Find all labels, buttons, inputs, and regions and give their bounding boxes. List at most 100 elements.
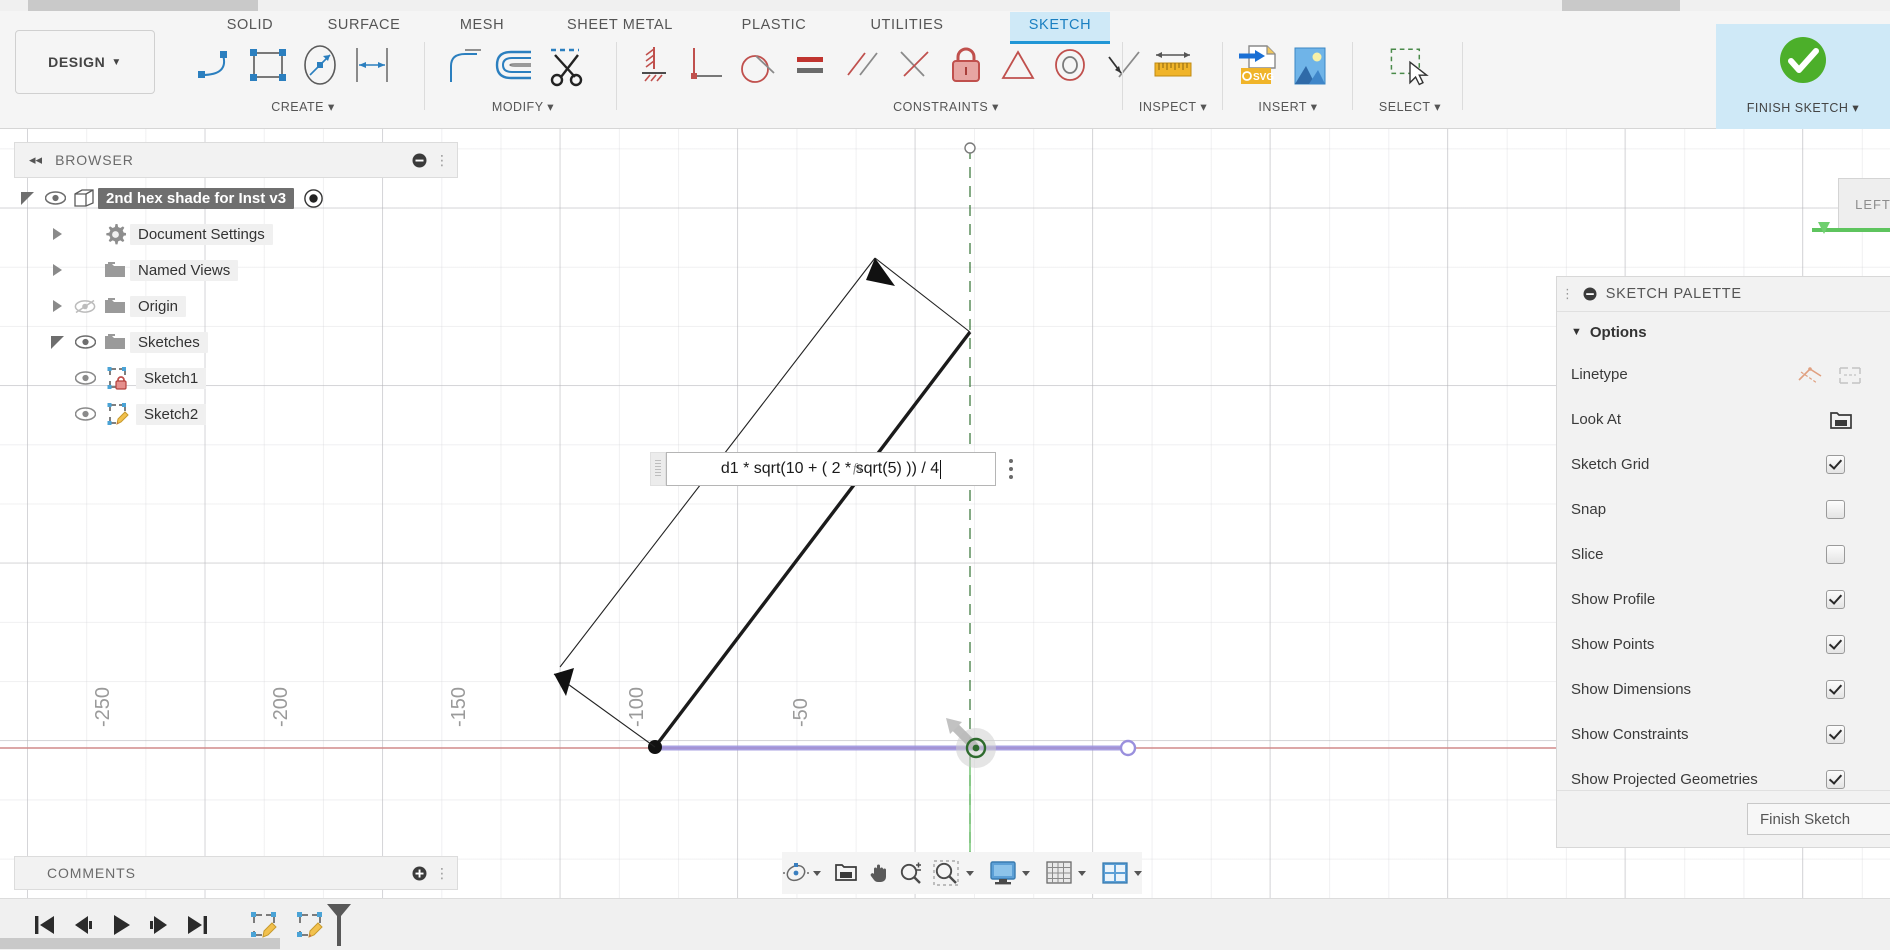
display-settings-icon[interactable] <box>986 852 1019 894</box>
finish-sketch-button-label: Finish Sketch <box>1760 810 1851 828</box>
trim-scissors-icon[interactable] <box>542 37 594 93</box>
horizontal-vertical-icon[interactable] <box>628 37 680 93</box>
finish-sketch-check-icon[interactable] <box>1775 32 1831 88</box>
line-icon[interactable] <box>190 37 242 93</box>
measure-ruler-icon[interactable] <box>1147 37 1199 93</box>
tree-item-label: Sketches <box>130 331 208 353</box>
zoom-magnifier-icon[interactable] <box>895 852 926 894</box>
visibility-hidden-eye-icon[interactable] <box>70 299 100 314</box>
show-points-checkbox[interactable] <box>1826 635 1845 654</box>
zoom-window-icon[interactable] <box>930 852 963 894</box>
concentric-icon[interactable] <box>1044 37 1096 93</box>
orbit-caret-icon[interactable] <box>813 870 821 876</box>
tangent-icon[interactable] <box>732 37 784 93</box>
linetype-construction-icon[interactable] <box>1837 364 1863 386</box>
offset-icon[interactable] <box>490 37 542 93</box>
slice-checkbox[interactable] <box>1826 545 1845 564</box>
expander-down-icon[interactable] <box>14 191 40 205</box>
scroll-thumb-left[interactable] <box>28 0 258 11</box>
browser-title: BROWSER <box>55 152 134 168</box>
insert-image-icon[interactable] <box>1284 37 1336 93</box>
timeline-marker-icon[interactable] <box>324 903 354 946</box>
tree-item-named-views[interactable]: Named Views <box>14 252 458 288</box>
circle-icon[interactable] <box>294 37 346 93</box>
palette-row-linetype: Linetype <box>1557 352 1890 397</box>
sketch-dimension-icon[interactable] <box>346 37 398 93</box>
tree-item-label: Named Views <box>130 259 239 281</box>
minus-circle-icon[interactable] <box>1583 287 1597 301</box>
row-label: Show Profile <box>1571 591 1656 608</box>
symmetry-icon[interactable] <box>992 37 1044 93</box>
show-projected-geometries-checkbox[interactable] <box>1826 770 1845 789</box>
perpendicular-icon[interactable] <box>680 37 732 93</box>
look-at-icon[interactable] <box>831 852 864 894</box>
palette-row-show-constraints: Show Constraints <box>1557 712 1890 757</box>
expander-right-icon[interactable] <box>44 300 70 312</box>
select-window-icon[interactable] <box>1384 37 1436 93</box>
look-at-icon[interactable] <box>1829 409 1853 431</box>
grid-snaps-icon[interactable] <box>1042 852 1075 894</box>
show-profile-checkbox[interactable] <box>1826 590 1845 609</box>
viewports-icon[interactable] <box>1098 852 1131 894</box>
tree-item-component[interactable]: 2nd hex shade for Inst v3 <box>14 180 458 216</box>
finish-sketch-button[interactable]: Finish Sketch <box>1747 803 1890 835</box>
show-constraints-checkbox[interactable] <box>1826 725 1845 744</box>
activate-component-radio[interactable] <box>304 188 323 208</box>
insert-svg-icon[interactable]: SVG <box>1232 37 1284 93</box>
viewports-caret-icon[interactable] <box>1134 870 1143 876</box>
pan-hand-icon[interactable] <box>864 852 895 894</box>
more-options-icon[interactable] <box>996 452 1026 486</box>
zoom-window-caret-icon[interactable] <box>966 870 975 876</box>
palette-row-show-dimensions: Show Dimensions <box>1557 667 1890 712</box>
sketch-grid-checkbox[interactable] <box>1826 455 1845 474</box>
tree-item-sketch2[interactable]: Sketch2 <box>14 396 458 432</box>
axis-label: -250 <box>92 686 114 727</box>
y-axis-top-handle <box>964 142 976 154</box>
origin-point-icon[interactable] <box>938 712 1014 786</box>
expander-right-icon[interactable] <box>44 228 70 240</box>
fillet-icon[interactable] <box>438 37 490 93</box>
expander-right-icon[interactable] <box>44 264 70 276</box>
expander-down-icon[interactable] <box>44 335 70 349</box>
visibility-eye-icon[interactable] <box>70 371 100 385</box>
dimension-value-input[interactable]: d1 * sqrt(10 + ( 2 * sqrt(5) )) / 4 fx <box>666 452 996 486</box>
display-settings-caret-icon[interactable] <box>1022 870 1031 876</box>
rectangle-icon[interactable] <box>242 37 294 93</box>
snap-checkbox[interactable] <box>1826 500 1845 519</box>
panel-resize-grip[interactable]: ⋮ <box>435 152 449 169</box>
component-cube-icon <box>70 188 98 208</box>
palette-section-options[interactable]: ▼ Options <box>1557 312 1890 352</box>
browser-panel-header: ◂◂ BROWSER ⋮ <box>14 142 458 178</box>
minus-circle-icon[interactable] <box>412 153 427 168</box>
visibility-eye-icon[interactable] <box>70 335 100 349</box>
tree-item-document-settings[interactable]: Document Settings <box>14 216 458 252</box>
workspace-selector[interactable]: DESIGN ▼ <box>15 30 155 94</box>
fix-lock-icon[interactable] <box>940 37 992 93</box>
show-dimensions-checkbox[interactable] <box>1826 680 1845 699</box>
palette-resize-grip[interactable]: ⋮ <box>1561 286 1575 302</box>
dimension-edit-box[interactable]: d1 * sqrt(10 + ( 2 * sqrt(5) )) / 4 fx <box>650 452 1026 486</box>
scroll-thumb-right[interactable] <box>1562 0 1680 11</box>
orbit-icon[interactable] <box>782 852 810 894</box>
tree-item-sketch1[interactable]: Sketch1 <box>14 360 458 396</box>
panel-resize-grip[interactable]: ⋮ <box>435 865 449 882</box>
comments-title: COMMENTS <box>47 865 136 881</box>
tab-label: UTILITIES <box>870 17 944 33</box>
drag-grip-icon[interactable] <box>650 452 666 486</box>
timeline-scrollbar[interactable] <box>0 938 280 949</box>
grid-snaps-caret-icon[interactable] <box>1078 870 1087 876</box>
ribbon-group-finish-sketch[interactable]: FINISH SKETCH ▾ <box>1716 24 1890 129</box>
collapse-left-icon[interactable]: ◂◂ <box>29 152 42 168</box>
tab-label: SHEET METAL <box>567 17 673 33</box>
comments-panel-header: COMMENTS ⋮ <box>14 856 458 890</box>
visibility-eye-icon[interactable] <box>70 407 100 421</box>
ribbon-divider <box>424 42 425 110</box>
visibility-eye-icon[interactable] <box>40 191 70 205</box>
tree-item-sketches[interactable]: Sketches <box>14 324 458 360</box>
midpoint-icon[interactable] <box>888 37 940 93</box>
parallel-icon[interactable] <box>836 37 888 93</box>
linetype-normal-icon[interactable] <box>1797 364 1823 386</box>
plus-circle-icon[interactable] <box>412 866 427 881</box>
tree-item-origin[interactable]: Origin <box>14 288 458 324</box>
equal-icon[interactable] <box>784 37 836 93</box>
